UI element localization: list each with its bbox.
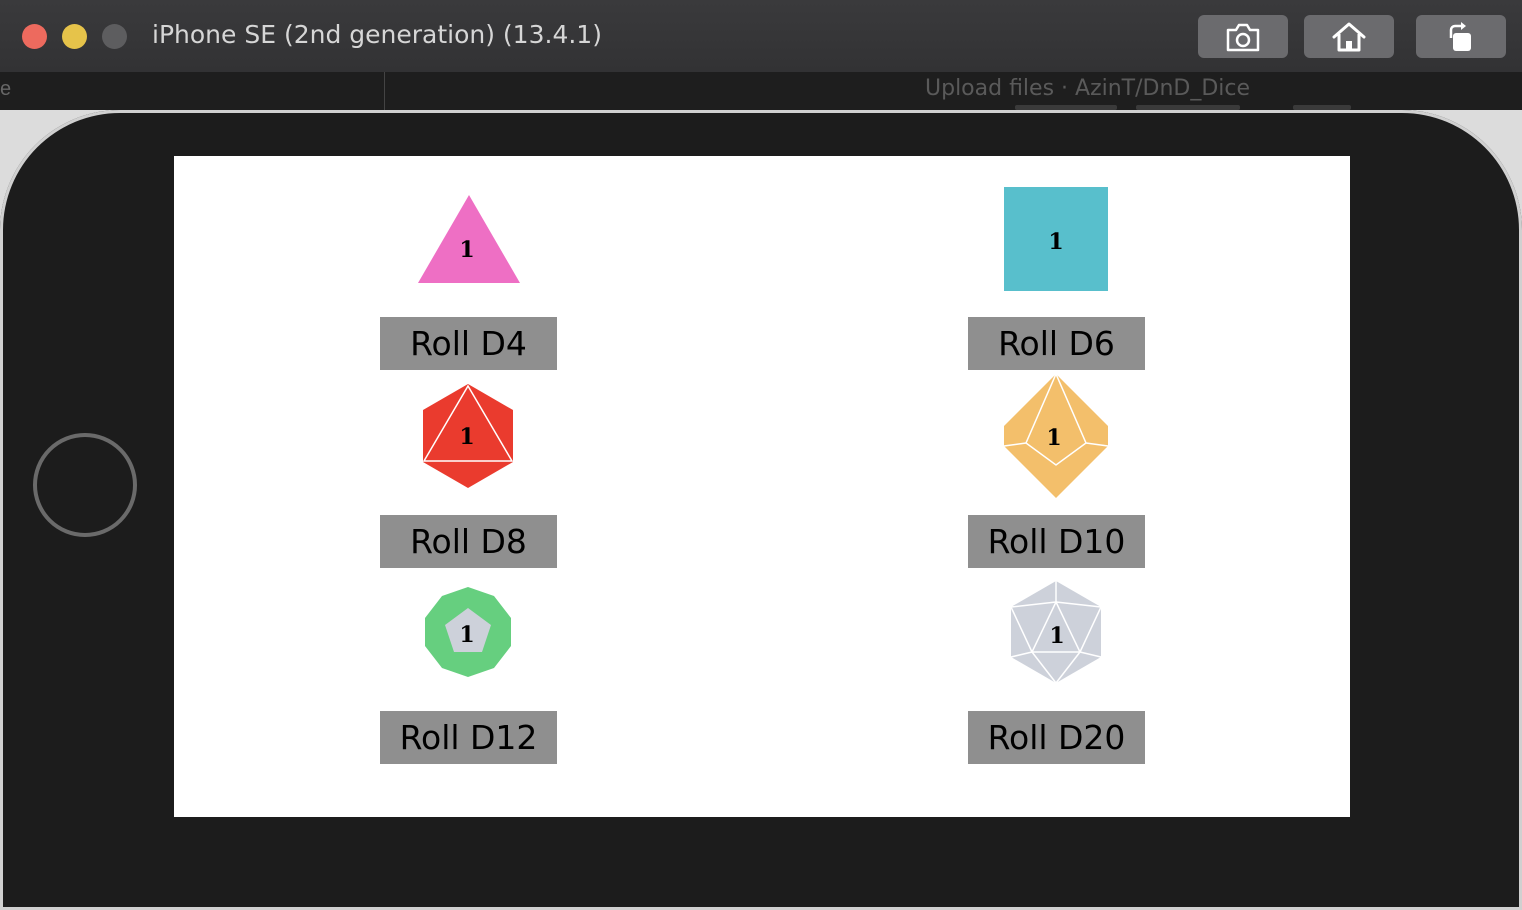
roll-d8-button[interactable]: Roll D8: [380, 515, 557, 568]
rotate-button[interactable]: [1416, 15, 1506, 58]
d20-die-icon: 1: [1010, 581, 1102, 684]
svg-text:1: 1: [459, 622, 474, 648]
background-window: e Upload files · AzinT/DnD_Dice: [0, 72, 1522, 110]
simulator-title-bar: iPhone SE (2nd generation) (13.4.1): [0, 0, 1522, 73]
d10-die-icon: 1: [1003, 373, 1109, 498]
background-window-title: Upload files · AzinT/DnD_Dice: [925, 76, 1251, 101]
roll-d20-button[interactable]: Roll D20: [968, 711, 1145, 764]
roll-d10-button[interactable]: Roll D10: [968, 515, 1145, 568]
home-button[interactable]: [1304, 15, 1394, 58]
screenshot-button[interactable]: [1198, 15, 1288, 58]
rotate-icon: [1449, 21, 1471, 51]
d4-die-icon: 1: [418, 195, 520, 283]
d6-die-icon: 1: [1004, 187, 1108, 291]
camera-icon: [1226, 23, 1260, 51]
svg-text:1: 1: [459, 237, 474, 263]
minimize-window-button[interactable]: [62, 24, 87, 49]
background-window-fragment: e: [0, 78, 12, 100]
home-icon: [1332, 22, 1366, 51]
zoom-window-button[interactable]: [102, 24, 127, 49]
svg-text:1: 1: [1049, 623, 1064, 649]
d8-die-icon: 1: [422, 384, 514, 488]
roll-d6-button[interactable]: Roll D6: [968, 317, 1145, 370]
svg-text:1: 1: [1048, 229, 1063, 255]
window-title: iPhone SE (2nd generation) (13.4.1): [152, 20, 602, 49]
d12-die-icon: 1: [425, 587, 511, 677]
svg-text:1: 1: [459, 424, 474, 450]
close-window-button[interactable]: [22, 24, 47, 49]
svg-text:1: 1: [1046, 425, 1061, 451]
roll-d12-button[interactable]: Roll D12: [380, 711, 557, 764]
device-home-button[interactable]: [33, 433, 137, 537]
app-screen: 1 Roll D4 1 Roll D6 1 Roll D8 1 Roll D10…: [174, 156, 1350, 817]
roll-d4-button[interactable]: Roll D4: [380, 317, 557, 370]
divider: [384, 72, 385, 110]
